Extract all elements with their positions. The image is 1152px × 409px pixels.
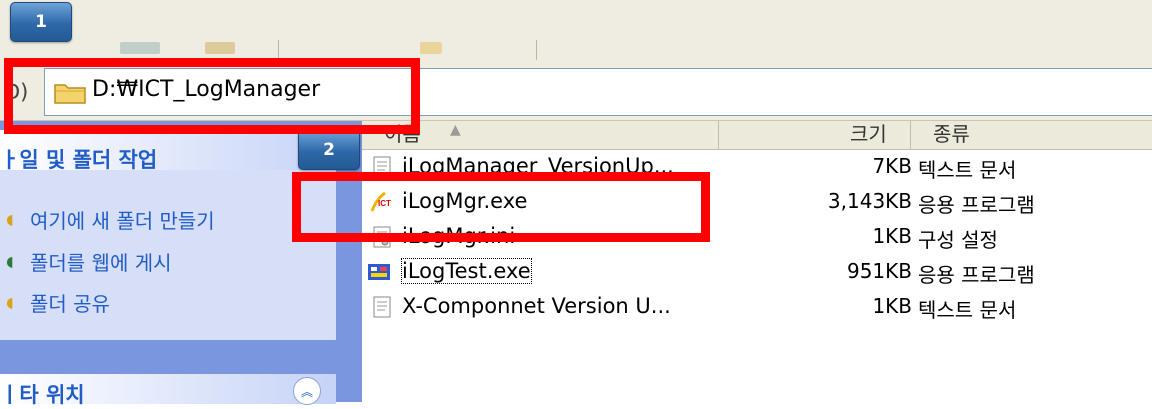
task-item-label: 폴더를 웹에 게시 [30, 251, 172, 275]
ict-app-icon: ICT [370, 191, 391, 212]
config-file-icon [373, 226, 391, 248]
file-row[interactable]: iLogMgr.ini 1KB 구성 설정 [362, 220, 1152, 254]
address-label: D) [4, 80, 29, 104]
folder-icon [54, 84, 86, 104]
file-name: iLogMgr.ini [402, 224, 516, 248]
toolbar [0, 0, 1152, 61]
file-type: 텍스트 문서 [918, 158, 1017, 182]
toolbar-separator [278, 40, 279, 60]
sort-ascending-icon: ▲ [450, 122, 461, 138]
toolbar-separator [536, 40, 537, 60]
file-size: 1KB [872, 294, 912, 318]
file-size: 3,143KB [827, 189, 912, 213]
file-row[interactable]: iLogManager_VersionUp... 7KB 텍스트 문서 [362, 150, 1152, 184]
file-size: 7KB [872, 154, 912, 178]
column-header-size[interactable]: 크기 [850, 118, 887, 147]
column-divider[interactable] [718, 121, 719, 149]
file-name: X-Componnet Version U... [402, 294, 671, 318]
svg-text:ICT: ICT [378, 199, 391, 208]
task-share-folder[interactable]: ◖ 폴더 공유 [0, 288, 110, 317]
file-row[interactable]: iLogTest.exe 951KB 응용 프로그램 [362, 255, 1152, 289]
task-new-folder[interactable]: ◖ 여기에 새 폴더 만들기 [0, 205, 215, 234]
file-row[interactable]: ICT iLogMgr.exe 3,143KB 응용 프로그램 [362, 185, 1152, 219]
text-file-icon [373, 296, 391, 318]
file-type: 텍스트 문서 [918, 298, 1017, 322]
file-name: iLogTest.exe [401, 258, 532, 284]
column-header-type[interactable]: 종류 [933, 118, 970, 147]
share-folder-icon: ◖ [6, 294, 14, 311]
app-icon [368, 264, 390, 280]
task-publish-web[interactable]: ◖ 폴더를 웹에 게시 [0, 247, 172, 276]
collapse-chevron-icon[interactable]: ︽ [293, 377, 321, 405]
address-path[interactable]: D:₩ICT_LogManager [92, 77, 320, 102]
task-item-label: 폴더 공유 [30, 292, 110, 316]
step-badge-1: 1 [10, 2, 72, 42]
toolbar-forward-button[interactable] [205, 42, 235, 54]
file-name: iLogMgr.exe [402, 189, 528, 213]
file-name: iLogManager_VersionUp... [402, 154, 674, 178]
file-size: 951KB [846, 259, 912, 283]
file-type: 응용 프로그램 [918, 193, 1035, 217]
task-section2-title: ㅣ타 위치 [0, 383, 85, 407]
file-row[interactable]: X-Componnet Version U... 1KB 텍스트 문서 [362, 290, 1152, 324]
toolbar-folders-button[interactable] [420, 42, 442, 54]
file-type: 응용 프로그램 [918, 263, 1035, 287]
text-file-icon [373, 156, 391, 178]
task-item-label: 여기에 새 폴더 만들기 [30, 209, 215, 233]
new-folder-icon: ◖ [6, 211, 14, 228]
file-type: 구성 설정 [918, 228, 998, 252]
step-badge-2: 2 [298, 130, 360, 170]
file-size: 1KB [872, 224, 912, 248]
column-header-name[interactable]: 이름 [384, 118, 421, 147]
publish-web-icon: ◖ [6, 253, 14, 270]
column-divider[interactable] [910, 121, 911, 149]
toolbar-back-button[interactable] [120, 42, 160, 54]
column-header-bar [362, 121, 1152, 150]
